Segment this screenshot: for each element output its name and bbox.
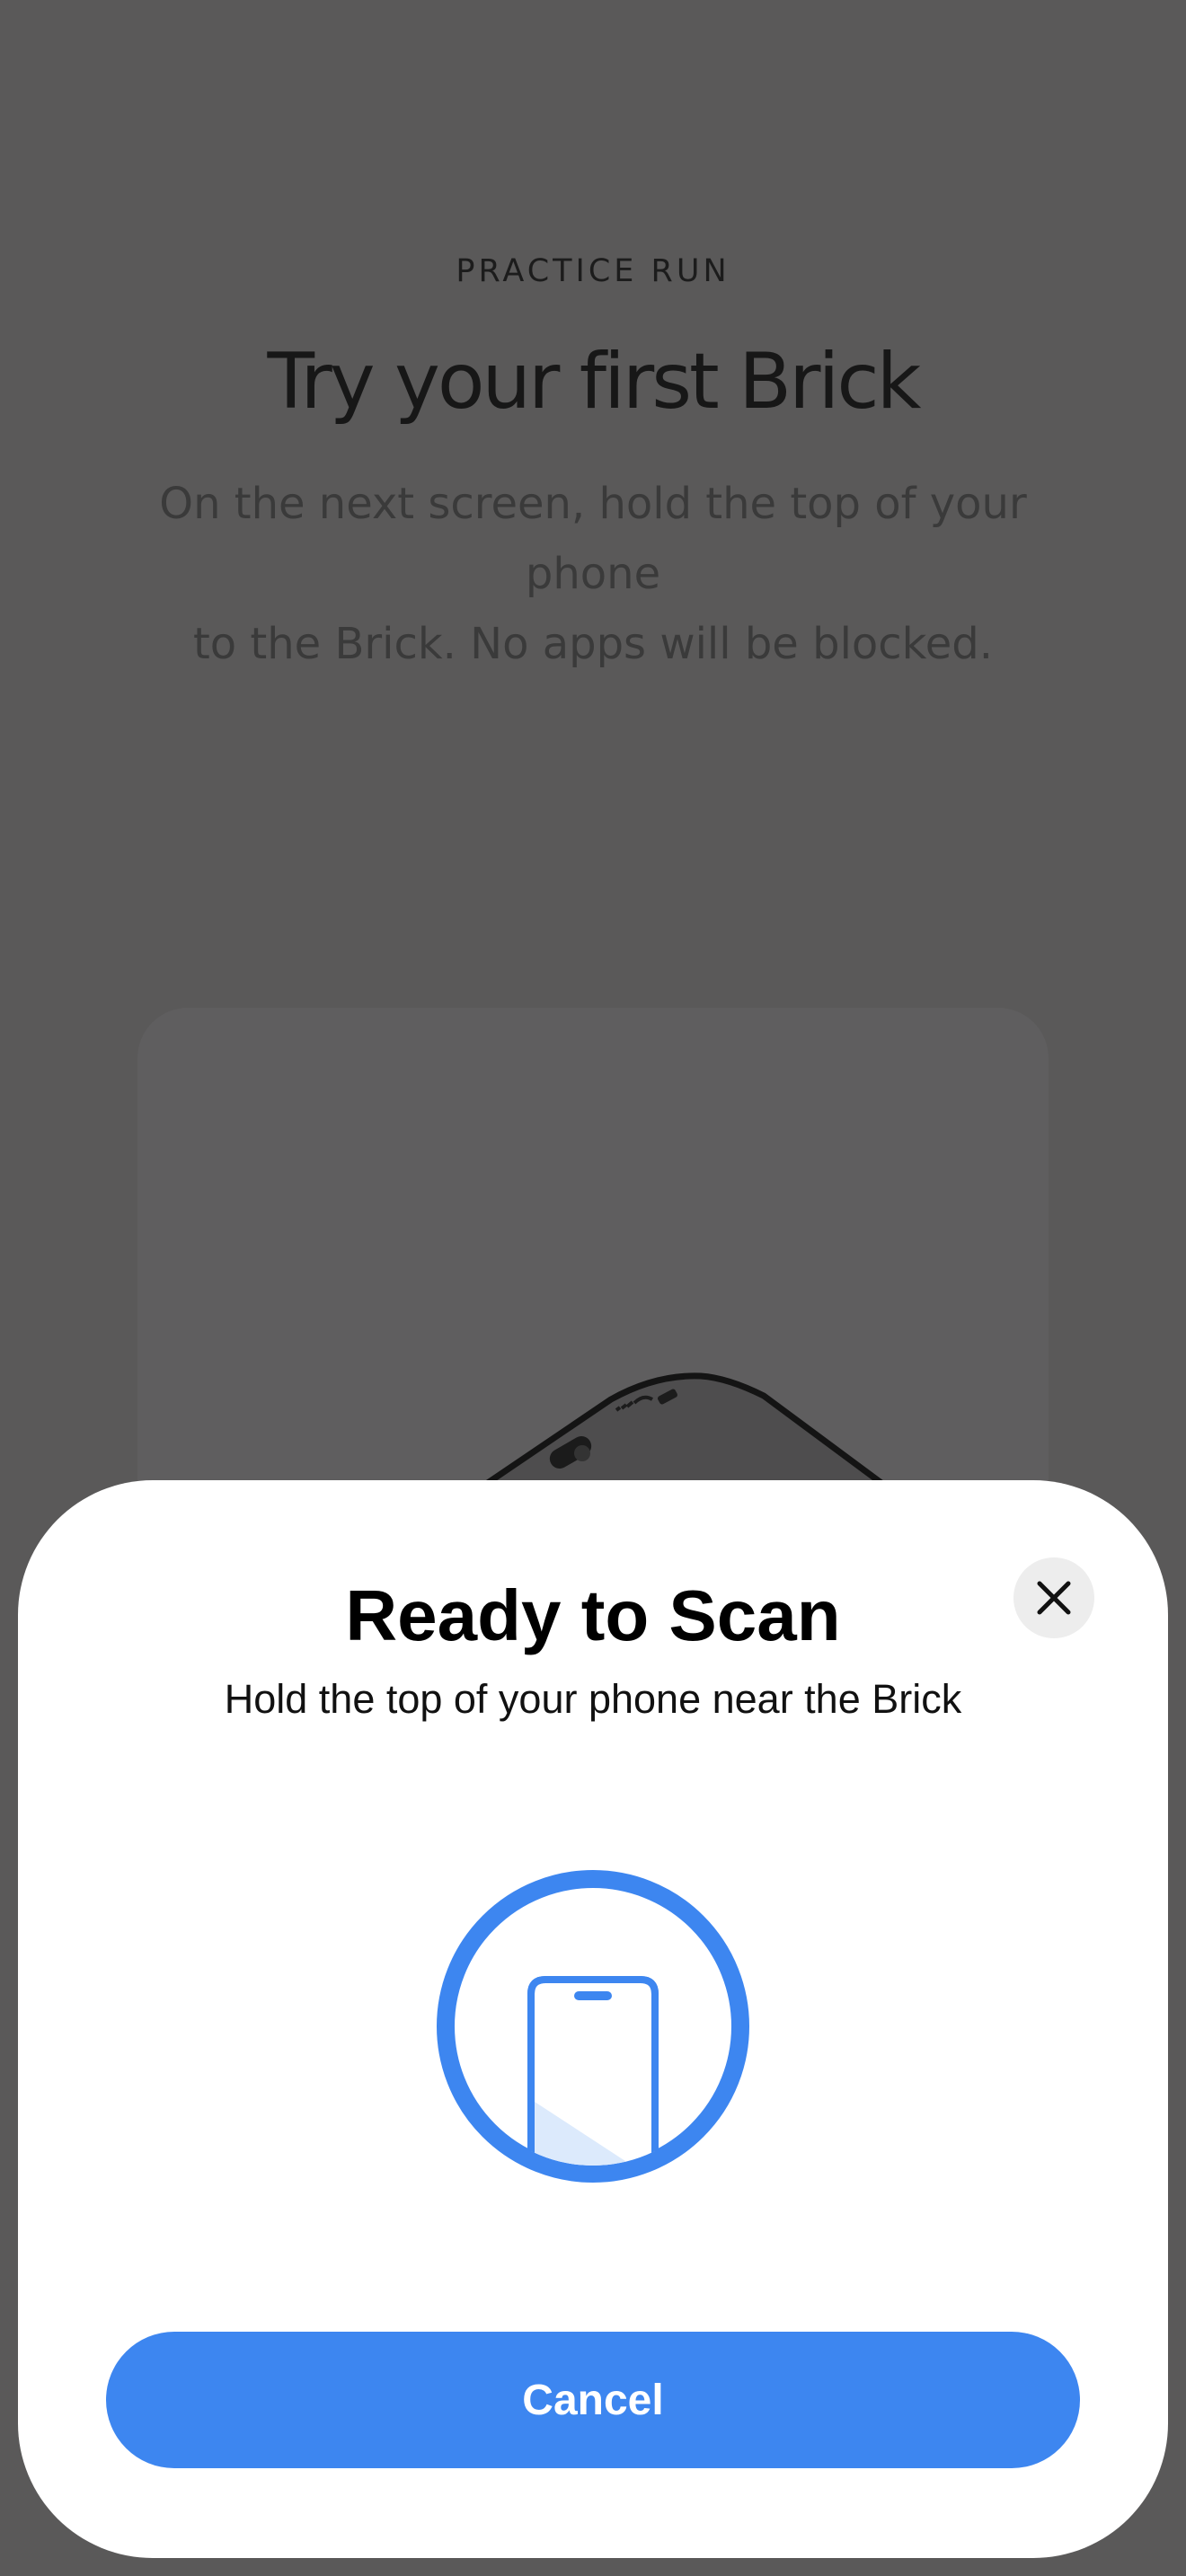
sheet-subtitle: Hold the top of your phone near the Bric… [224,1676,962,1722]
cancel-button[interactable]: Cancel [106,2332,1080,2468]
practice-run-label: PRACTICE RUN [456,253,730,289]
page-subtitle-line-1: On the next screen, hold the top of your… [159,479,1027,599]
page-title: Try your first Brick [267,337,922,427]
page-subtitle: On the next screen, hold the top of your… [90,469,1096,679]
phone-scan-icon [437,1870,749,2183]
page-subtitle-line-2: to the Brick. No apps will be blocked. [192,619,993,669]
scan-sheet: Ready to Scan Hold the top of your phone… [18,1480,1168,2558]
cancel-button-label: Cancel [522,2376,664,2424]
sheet-title: Ready to Scan [345,1575,841,1655]
close-button[interactable] [1013,1557,1094,1638]
close-icon [1037,1581,1071,1615]
